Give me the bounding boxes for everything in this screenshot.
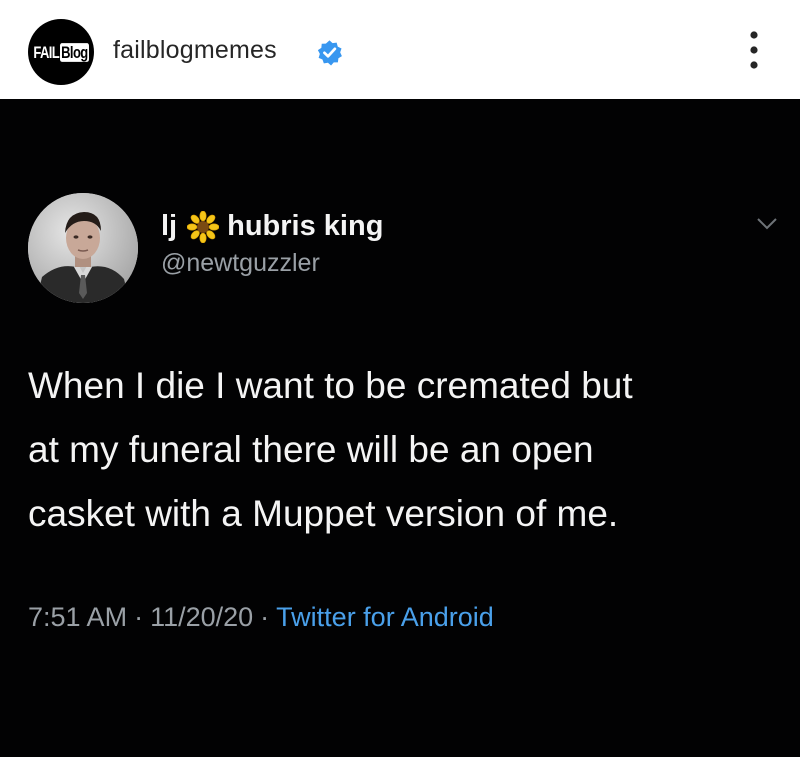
tweet-time: 7:51 AM <box>28 602 128 632</box>
tweet-author-avatar <box>28 193 138 303</box>
tweet-text-line: casket with a Muppet version of me. <box>28 493 619 534</box>
more-options-icon[interactable] <box>744 28 764 72</box>
display-name-prefix: lj <box>161 210 178 242</box>
account-avatar[interactable]: FAIL Blog <box>28 19 94 85</box>
tweet-text-line: When I die I want to be cremated but <box>28 365 633 406</box>
failblog-logo: FAIL Blog <box>33 42 89 62</box>
logo-fail-text: FAIL <box>33 42 60 62</box>
separator-dot: · <box>134 602 144 632</box>
tweet-text-line: at my funeral there will be an open <box>28 429 594 470</box>
display-name-suffix: hubris king <box>227 210 384 242</box>
post-header: FAIL Blog failblogmemes <box>0 0 800 99</box>
sunflower-icon <box>187 210 220 243</box>
tweet-metadata: 7:51 AM · 11/20/20 · Twitter for Android <box>28 602 494 633</box>
logo-blog-text: Blog <box>60 42 89 62</box>
separator-dot: · <box>260 602 270 632</box>
tweet-text: When I die I want to be cremated but at … <box>28 354 793 546</box>
tweet-screenshot: lj hubris king @newtguzzler When I die I… <box>0 99 800 757</box>
author-photo <box>28 193 138 303</box>
account-name[interactable]: failblogmemes <box>113 36 277 65</box>
tweet-date: 11/20/20 <box>150 602 254 632</box>
tweet-handle: @newtguzzler <box>161 249 320 277</box>
tweet-display-name: lj hubris king <box>161 210 383 243</box>
tweet-source: Twitter for Android <box>276 602 494 632</box>
verified-badge-icon <box>317 40 342 66</box>
chevron-down-icon <box>757 218 777 230</box>
